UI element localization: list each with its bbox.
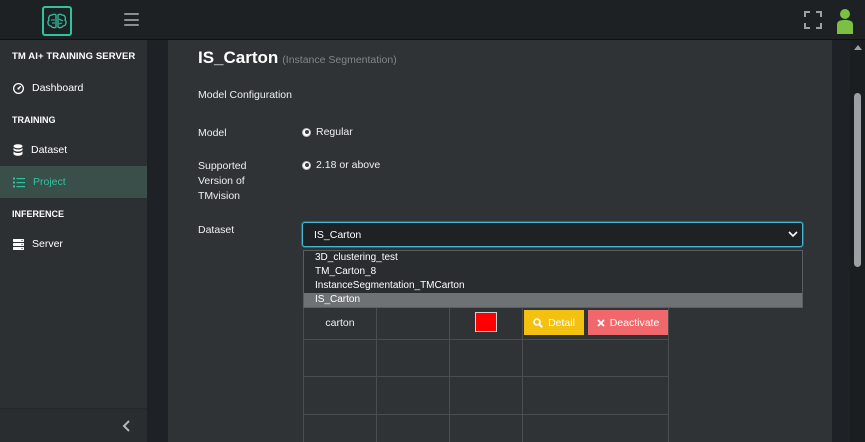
sidebar: TM AI+ TRAINING SERVER Dashboard TRAININ… [0, 40, 147, 442]
list-icon [13, 177, 25, 187]
class-name-cell: carton [325, 316, 355, 329]
table-row: carton Detail Deactivate [304, 308, 669, 340]
detail-button-label: Detail [548, 316, 575, 329]
page-subtitle: (Instance Segmentation) [282, 54, 397, 66]
sidebar-section-training: TRAINING [12, 115, 56, 125]
scroll-up-arrow-icon[interactable] [854, 45, 862, 50]
sidebar-brand: TM AI+ TRAINING SERVER [12, 51, 136, 62]
sidebar-item-dashboard[interactable]: Dashboard [0, 72, 147, 104]
sidebar-item-label: Dataset [31, 144, 68, 156]
top-bar [0, 0, 865, 40]
sidebar-section-inference: INFERENCE [12, 209, 65, 219]
sidebar-item-label: Server [32, 238, 63, 250]
radio-icon [302, 127, 311, 137]
sidebar-item-project[interactable]: Project [0, 166, 147, 198]
version-label: Supported Version of TMvision [198, 160, 247, 202]
database-icon [13, 144, 23, 156]
version-radio-label: 2.18 or above [316, 159, 381, 171]
version-radio[interactable]: 2.18 or above [302, 159, 380, 171]
chevron-down-icon [788, 231, 798, 238]
dropdown-option[interactable]: TM_Carton_8 [304, 265, 802, 279]
sidebar-item-dataset[interactable]: Dataset [0, 134, 147, 166]
radio-icon [302, 160, 311, 170]
section-heading: Model Configuration [198, 89, 292, 101]
server-icon [13, 238, 24, 250]
chevron-left-icon[interactable] [122, 420, 131, 432]
fullscreen-icon[interactable] [804, 11, 822, 29]
deactivate-button[interactable]: Deactivate [588, 310, 668, 335]
class-color-swatch[interactable] [475, 312, 497, 332]
dropdown-option[interactable]: InstanceSegmentation_TMCarton [304, 279, 802, 293]
close-icon [597, 318, 605, 327]
model-label: Model [198, 127, 227, 139]
class-table: carton Detail Deactivate [303, 308, 669, 442]
page-title: IS_Carton (Instance Segmentation) [198, 48, 397, 68]
model-radio-label: Regular [316, 126, 353, 138]
detail-button[interactable]: Detail [524, 310, 584, 335]
gauge-icon [13, 82, 24, 94]
dataset-selected-value: IS_Carton [314, 229, 362, 241]
deactivate-button-label: Deactivate [609, 316, 660, 329]
table-row [304, 340, 669, 377]
dropdown-option-selected[interactable]: IS_Carton [304, 293, 802, 307]
sidebar-item-label: Project [33, 176, 66, 188]
dataset-select[interactable]: IS_Carton [302, 222, 803, 247]
dataset-dropdown: 3D_clustering_test TM_Carton_8 InstanceS… [303, 250, 803, 308]
sidebar-item-server[interactable]: Server [0, 228, 147, 260]
sidebar-item-label: Dashboard [32, 82, 84, 94]
dataset-label: Dataset [198, 224, 235, 236]
model-radio-regular[interactable]: Regular [302, 126, 353, 138]
sidebar-collapse-bar [0, 408, 147, 442]
search-icon [533, 317, 543, 328]
page-title-text: IS_Carton [198, 48, 279, 67]
table-row [304, 377, 669, 415]
hamburger-icon[interactable] [124, 13, 139, 26]
dropdown-option[interactable]: 3D_clustering_test [304, 251, 802, 265]
brain-icon[interactable] [42, 6, 72, 36]
scrollbar-thumb[interactable] [854, 93, 861, 267]
user-icon[interactable] [836, 8, 854, 34]
